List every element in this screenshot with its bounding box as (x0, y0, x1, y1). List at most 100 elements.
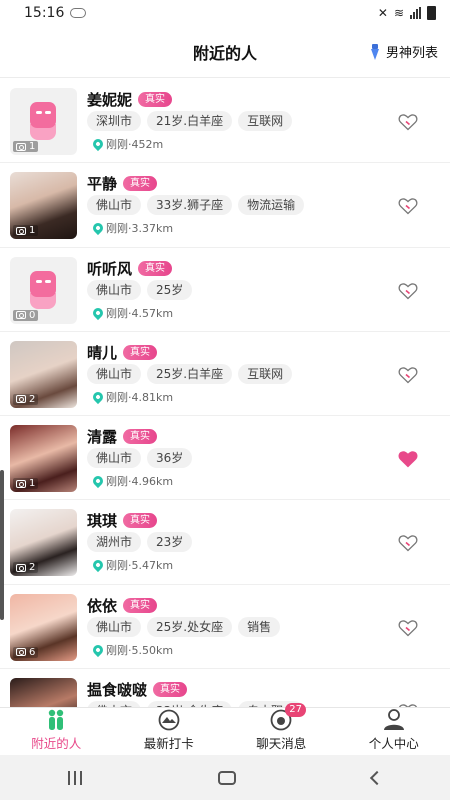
user-name: 琪琪 (87, 512, 118, 531)
user-name: 揾食啵啵 (87, 681, 148, 700)
user-tag: 湖州市 (87, 532, 142, 553)
verified-badge: 真实 (123, 344, 158, 360)
tab-checkin[interactable]: 最新打卡 (113, 708, 226, 755)
distance-line: 刚刚·4.57km (90, 305, 174, 321)
photo-count: 2 (13, 393, 39, 405)
user-tag: 佛山市 (87, 363, 142, 384)
user-tag: 33岁.狮子座 (147, 195, 233, 216)
photo-count-value: 0 (29, 309, 36, 321)
location-pin-icon (90, 642, 106, 657)
avatar[interactable]: 6 (10, 593, 77, 661)
tag-list: 湖州市 23岁 (87, 532, 193, 553)
heart-icon (398, 198, 418, 215)
user-name: 依依 (87, 596, 118, 615)
avatar[interactable]: 2 (10, 509, 77, 577)
recent-apps-button[interactable] (68, 770, 82, 785)
tab-bar: 附近的人 最新打卡 27 聊天消息 个人中心 (0, 703, 450, 755)
user-row[interactable]: 2 晴儿 真实 佛山市 25岁.白羊座 互联网 刚刚·4.81km (0, 332, 450, 417)
tab-nearby[interactable]: 附近的人 (0, 708, 113, 755)
distance-line: 刚刚·5.50km (90, 642, 173, 658)
user-row[interactable]: 1 姜妮妮 真实 深圳市 21岁.白羊座 互联网 刚刚·452m (0, 79, 450, 164)
distance-text: 刚刚·5.47km (106, 559, 174, 573)
tie-icon (370, 43, 380, 60)
profile-icon (382, 709, 406, 731)
user-tag: 25岁.白羊座 (147, 363, 233, 384)
distance-text: 刚刚·4.81km (106, 390, 174, 404)
user-tag: 23岁 (147, 532, 193, 553)
like-button[interactable] (398, 450, 418, 468)
like-button[interactable] (398, 282, 418, 300)
avatar-photo (10, 678, 77, 707)
distance-text: 刚刚·452m (106, 138, 164, 151)
user-name: 听听风 (87, 259, 133, 278)
user-tag: 21岁.白羊座 (147, 111, 233, 131)
avatar[interactable] (10, 678, 77, 707)
name-line: 依依 真实 (87, 595, 158, 616)
default-avatar-icon (30, 102, 56, 142)
user-tag: 物流运输 (238, 195, 305, 216)
avatar[interactable]: 1 (10, 88, 77, 155)
like-button[interactable] (398, 197, 418, 215)
like-button[interactable] (398, 534, 418, 552)
name-line: 晴儿 真实 (87, 342, 158, 363)
default-avatar-icon (30, 270, 56, 311)
name-line: 听听风 真实 (87, 258, 173, 279)
name-line: 揾食啵啵 真实 (87, 679, 188, 700)
user-row[interactable]: 6 依依 真实 佛山市 25岁.处女座 销售 刚刚·5.50km (0, 585, 450, 670)
location-pin-icon (90, 221, 106, 236)
people-icon (44, 709, 68, 731)
distance-line: 刚刚·4.81km (90, 389, 174, 405)
male-list-link[interactable]: 男神列表 (370, 42, 438, 61)
system-nav-bar (0, 755, 450, 800)
photo-count: 2 (13, 562, 39, 574)
status-time: 15:16 (24, 5, 65, 21)
avatar[interactable]: 1 (10, 172, 77, 240)
tab-profile[interactable]: 个人中心 (338, 708, 450, 755)
distance-text: 刚刚·4.57km (106, 306, 174, 320)
verified-badge: 真实 (123, 513, 158, 529)
user-row[interactable]: 1 清露 真实佛山市 36岁刚刚·4.96km (0, 416, 450, 501)
user-list[interactable]: 1 姜妮妮 真实 深圳市 21岁.白羊座 互联网 刚刚·452m 1 平静 真实 佛山市 33岁.狮子… (0, 79, 450, 707)
user-row[interactable]: 2 琪琪 真实 湖州市 23岁 刚刚·5.47km (0, 500, 450, 585)
screen: 15:16 ✕ ≋ 附近的人 男神列表 1 姜妮妮 真实 深圳市 21岁.白羊座 互联网刚… (0, 0, 450, 800)
checkin-icon (157, 709, 181, 731)
user-tag: 佛山市 (87, 448, 142, 469)
verified-badge: 真实 (153, 682, 188, 698)
user-name: 清露 (87, 428, 118, 447)
photo-count-value: 1 (29, 478, 36, 490)
distance-text: 刚刚·3.37km (106, 222, 174, 236)
location-pin-icon (90, 305, 106, 320)
avatar[interactable]: 0 (10, 256, 77, 324)
heart-icon (398, 367, 418, 384)
user-tag: 佛山市 (87, 616, 142, 637)
camera-icon (16, 311, 26, 320)
like-button[interactable] (398, 366, 418, 384)
location-pin-icon (90, 474, 106, 489)
name-line: 琪琪 真实 (87, 510, 158, 531)
photo-count-value: 2 (29, 562, 36, 574)
user-row[interactable]: 0 听听风 真实 佛山市 25岁 刚刚·4.57km (0, 248, 450, 332)
user-row[interactable]: 1 平静 真实 佛山市 33岁.狮子座 物流运输 刚刚·3.37km (0, 163, 450, 248)
user-row[interactable]: 揾食啵啵真实佛山市33岁.金牛座自由职业 (0, 669, 450, 707)
back-button[interactable] (369, 770, 385, 785)
user-tag: 佛山市 (87, 279, 142, 300)
location-pin-icon (90, 558, 106, 573)
distance-line: 刚刚·4.96km (90, 473, 173, 489)
like-button[interactable] (398, 113, 418, 131)
avatar[interactable]: 2 (10, 340, 77, 408)
avatar[interactable]: 1 (10, 425, 77, 493)
location-pin-icon (90, 136, 106, 152)
wifi-icon: ≋ (393, 6, 404, 20)
user-tag: 36岁 (147, 448, 193, 469)
photo-count: 1 (13, 478, 39, 490)
scrollbar[interactable] (0, 470, 4, 620)
page-title: 附近的人 (192, 43, 257, 63)
photo-count-value: 1 (29, 141, 36, 152)
verified-badge: 真实 (138, 92, 173, 107)
verified-badge: 真实 (123, 429, 158, 445)
verified-badge: 真实 (123, 176, 158, 192)
tag-list: 佛山市 33岁.狮子座 物流运输 (87, 195, 305, 216)
like-button[interactable] (398, 619, 418, 637)
tab-chat[interactable]: 27 聊天消息 (225, 703, 338, 755)
home-button[interactable] (218, 770, 236, 785)
